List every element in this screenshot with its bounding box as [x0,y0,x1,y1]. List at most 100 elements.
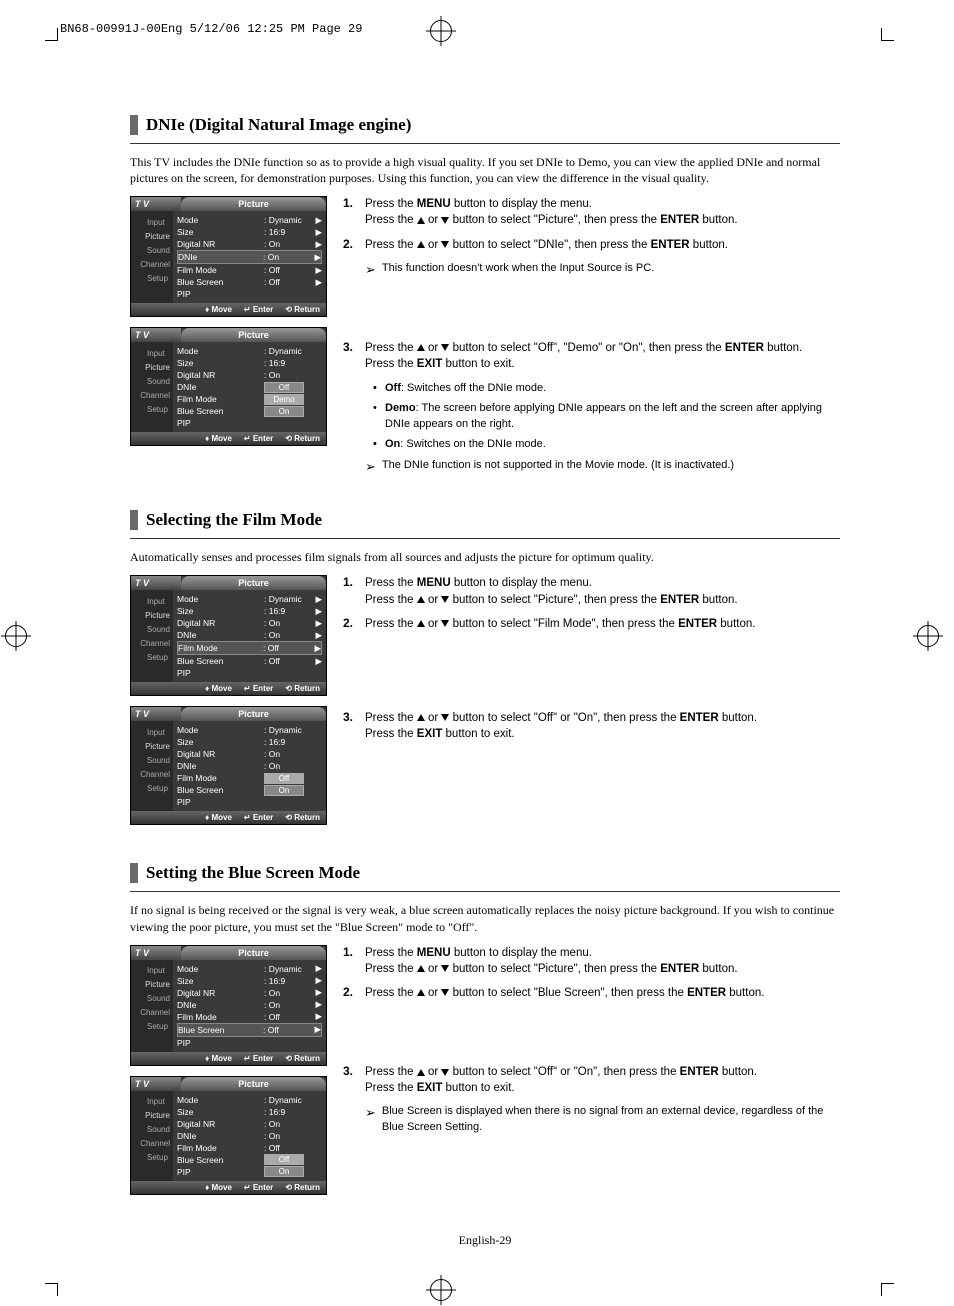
osd-menu-row: Mode: Dynamic [177,345,322,357]
osd-sidebar-item: Channel [131,636,173,650]
osd-sidebar: InputPictureSoundChannelSetup [131,721,173,811]
osd-foot-label: ⟲ Return [283,813,320,822]
osd-menu-row: Blue Screen: Off▶ [177,276,322,288]
step-body: Press the or button to select "Film Mode… [365,616,840,632]
osd-menu-row: PIP [177,288,322,300]
manual-section: Setting the Blue Screen ModeIf no signal… [130,863,840,1204]
osd-foot-label: ⟲ Return [283,684,320,693]
registration-mark [430,1279,452,1301]
step-number: 3. [343,340,365,372]
osd-menu-row: Blue ScreenOn [177,784,322,796]
osd-sidebar-item: Setup [131,1020,173,1034]
osd-menu-row: Size: 16:9 [177,736,322,748]
step-number: 2. [343,237,365,253]
osd-menu-row: Blue Screen: Off▶ [177,1023,322,1037]
osd-menu-row: Film Mode: Off▶ [177,264,322,276]
section-heading: DNIe (Digital Natural Image engine) [130,115,840,135]
osd-sidebar-item: Input [131,594,173,608]
osd-foot-label: ⟲ Return [283,434,320,443]
osd-footer: ♦ Move↵ Enter⟲ Return [131,303,326,316]
manual-section: DNIe (Digital Natural Image engine)This … [130,115,840,482]
osd-sidebar: InputPictureSoundChannelSetup [131,211,173,303]
step-number: 3. [343,710,365,742]
osd-menu-row: Film Mode: Off▶ [177,1011,322,1023]
step-body: Press the or button to select "Off", "De… [365,340,840,372]
osd-sidebar-item: Sound [131,622,173,636]
osd-foot-label: ♦ Move [203,434,232,443]
instructions-column: 1.Press the MENU button to display the m… [343,945,840,1205]
instructions-column: 1.Press the MENU button to display the m… [343,196,840,482]
osd-menu-row: PIP [177,667,322,679]
osd-title: Picture [181,1077,326,1091]
osd-foot-label: ⟲ Return [283,305,320,314]
crop-mark [881,1283,894,1296]
osd-tv-label: T V [131,1077,181,1091]
osd-sidebar-item: Picture [131,229,173,243]
osd-sidebar-item: Channel [131,1137,173,1151]
osd-menu-row: DNIe: On▶ [177,250,322,264]
bullet-list: •Off: Switches off the DNIe mode.•Demo: … [373,380,840,452]
instruction-step: 1.Press the MENU button to display the m… [343,575,840,607]
osd-menu-row: DNIe: On▶ [177,999,322,1011]
osd-screenshot: T VPictureInputPictureSoundChannelSetupM… [130,575,327,696]
osd-screenshot: T VPictureInputPictureSoundChannelSetupM… [130,945,327,1066]
step-number: 2. [343,616,365,632]
step-body: Press the MENU button to display the men… [365,575,840,607]
step-number: 1. [343,945,365,977]
osd-sidebar-item: Picture [131,739,173,753]
registration-mark [430,20,452,42]
osd-title: Picture [181,576,326,590]
osd-sidebar: InputPictureSoundChannelSetup [131,342,173,432]
section-intro: If no signal is being received or the si… [130,902,840,934]
osd-menu-row: Size: 16:9▶ [177,226,322,238]
osd-menu-row: DNIe: On▶ [177,629,322,641]
osd-menu-row: Blue ScreenOn [177,405,322,417]
osd-sidebar-item: Channel [131,257,173,271]
osd-menu-row: Digital NR: On▶ [177,238,322,250]
osd-sidebar: InputPictureSoundChannelSetup [131,960,173,1052]
osd-menu-row: DNIe: On [177,1130,322,1142]
osd-main: Mode: Dynamic▶Size: 16:9▶Digital NR: On▶… [173,960,326,1052]
osd-main: Mode: DynamicSize: 16:9Digital NR: OnDNI… [173,1091,326,1181]
osd-sidebar-item: Picture [131,1109,173,1123]
osd-sidebar-item: Input [131,1095,173,1109]
osd-foot-label: ↵ Enter [242,684,273,693]
osd-menu-row: PIP [177,1037,322,1049]
osd-sidebar-item: Input [131,215,173,229]
osd-menu-row: Size: 16:9 [177,357,322,369]
osd-title: Picture [181,197,326,211]
osd-menu-row: Blue Screen: Off▶ [177,655,322,667]
osd-foot-label: ♦ Move [203,813,232,822]
osd-footer: ♦ Move↵ Enter⟲ Return [131,682,326,695]
osd-menu-row: Film ModeDemo [177,393,322,405]
step-body: Press the or button to select "DNIe", th… [365,237,840,253]
osd-sidebar-item: Picture [131,978,173,992]
osd-menu-row: Film Mode: Off [177,1142,322,1154]
registration-mark [917,625,939,647]
osd-foot-label: ♦ Move [203,1183,232,1192]
instruction-step: 1.Press the MENU button to display the m… [343,196,840,228]
osd-menu-row: DNIe: On [177,760,322,772]
step-body: Press the or button to select "Off" or "… [365,710,840,742]
osd-footer: ♦ Move↵ Enter⟲ Return [131,1052,326,1065]
osd-sidebar-item: Setup [131,650,173,664]
instruction-step: 1.Press the MENU button to display the m… [343,945,840,977]
osd-menu-row: Blue ScreenOff [177,1154,322,1166]
step-body: Press the MENU button to display the men… [365,196,840,228]
osd-sidebar-item: Picture [131,608,173,622]
osd-menu-row: Digital NR: On▶ [177,987,322,999]
osd-foot-label: ♦ Move [203,305,232,314]
manual-page: BN68-00991J-00Eng 5/12/06 12:25 PM Page … [0,0,954,1306]
osd-sidebar-item: Channel [131,767,173,781]
osd-menu-row: Size: 16:9▶ [177,975,322,987]
osd-menu-row: Mode: Dynamic▶ [177,593,322,605]
osd-sidebar: InputPictureSoundChannelSetup [131,590,173,682]
osd-sidebar-item: Sound [131,243,173,257]
osd-menu-row: Digital NR: On▶ [177,617,322,629]
osd-sidebar-item: Sound [131,374,173,388]
osd-screenshot: T VPictureInputPictureSoundChannelSetupM… [130,327,327,446]
step-number: 1. [343,196,365,228]
instruction-step: 2.Press the or button to select "DNIe", … [343,237,840,253]
osd-main: Mode: Dynamic▶Size: 16:9▶Digital NR: On▶… [173,211,326,303]
instruction-step: 2.Press the or button to select "Film Mo… [343,616,840,632]
